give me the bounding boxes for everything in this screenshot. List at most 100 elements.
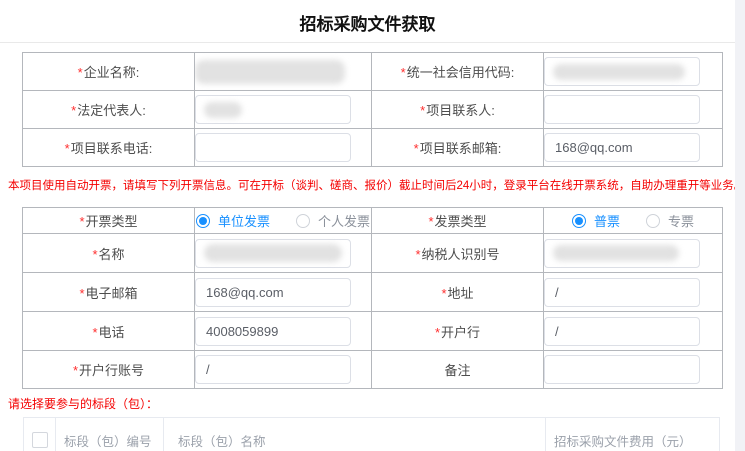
address-input[interactable] bbox=[544, 278, 700, 307]
table-row: *企业名称: *统一社会信用代码: bbox=[23, 53, 723, 91]
invoice-category-radio-group: 单位发票 个人发票 bbox=[195, 211, 371, 230]
radio-label: 单位发票 bbox=[218, 211, 270, 230]
table-row: *名称 *纳税人识别号 bbox=[23, 234, 723, 273]
select-all-cell bbox=[24, 418, 56, 451]
invoice-email-label: *电子邮箱 bbox=[23, 273, 195, 312]
label-text: 开户行账号 bbox=[79, 363, 144, 378]
invoice-info-table: *开票类型 单位发票 个人发票 *发票类型 bbox=[22, 207, 723, 389]
project-contact-value-cell bbox=[544, 91, 723, 129]
invoice-name-label: *名称 bbox=[23, 234, 195, 273]
required-asterisk: * bbox=[428, 214, 433, 229]
label-text: 纳税人识别号 bbox=[422, 247, 500, 262]
label-text: 开票类型 bbox=[86, 214, 138, 229]
bank-account-input[interactable] bbox=[195, 355, 351, 384]
invoice-type-label: *发票类型 bbox=[372, 208, 544, 234]
required-asterisk: * bbox=[415, 247, 420, 262]
select-all-checkbox[interactable] bbox=[32, 432, 48, 448]
table-row: *电子邮箱 *地址 bbox=[23, 273, 723, 312]
label-text: 备注 bbox=[444, 363, 470, 378]
radio-special-invoice[interactable]: 专票 bbox=[646, 211, 694, 230]
credit-code-input[interactable] bbox=[544, 57, 700, 86]
radio-selected-icon bbox=[196, 214, 210, 228]
bank-account-value-cell bbox=[195, 351, 372, 389]
required-asterisk: * bbox=[435, 325, 440, 340]
label-text: 统一社会信用代码: bbox=[407, 65, 515, 80]
contact-email-input[interactable] bbox=[544, 133, 700, 162]
required-asterisk: * bbox=[71, 103, 76, 118]
label-text: 电子邮箱 bbox=[86, 286, 138, 301]
scrollbar-track[interactable] bbox=[735, 0, 745, 451]
credit-code-value-cell bbox=[544, 53, 723, 91]
remark-value-cell bbox=[544, 351, 723, 389]
radio-general-invoice[interactable]: 普票 bbox=[572, 211, 620, 230]
credit-code-redacted-value bbox=[553, 64, 685, 80]
taxpayer-id-input[interactable] bbox=[544, 239, 700, 268]
invoice-phone-label: *电话 bbox=[23, 312, 195, 351]
contact-email-value-cell bbox=[544, 129, 723, 167]
company-name-redacted-value bbox=[195, 60, 345, 84]
credit-code-label: *统一社会信用代码: bbox=[372, 53, 544, 91]
taxpayer-id-redacted-value bbox=[553, 245, 679, 261]
company-name-label: *企业名称: bbox=[23, 53, 195, 91]
table-row: *开票类型 单位发票 个人发票 *发票类型 bbox=[23, 208, 723, 234]
radio-label: 专票 bbox=[668, 211, 694, 230]
radio-unit-invoice[interactable]: 单位发票 bbox=[196, 211, 270, 230]
invoice-category-label: *开票类型 bbox=[23, 208, 195, 234]
project-contact-input[interactable] bbox=[544, 95, 700, 124]
label-text: 法定代表人: bbox=[77, 103, 146, 118]
section-select-prompt: 请选择要参与的标段（包）： bbox=[8, 395, 158, 412]
bank-label: *开户行 bbox=[372, 312, 544, 351]
radio-personal-invoice[interactable]: 个人发票 bbox=[296, 211, 370, 230]
required-asterisk: * bbox=[92, 325, 97, 340]
radio-unselected-icon bbox=[646, 214, 660, 228]
radio-unselected-icon bbox=[296, 214, 310, 228]
invoice-email-value-cell bbox=[195, 273, 372, 312]
bank-input[interactable] bbox=[544, 317, 700, 346]
table-row: *项目联系电话: *项目联系邮箱: bbox=[23, 129, 723, 167]
required-asterisk: * bbox=[79, 286, 84, 301]
radio-label: 个人发票 bbox=[318, 211, 370, 230]
invoice-email-input[interactable] bbox=[195, 278, 351, 307]
invoice-phone-input[interactable] bbox=[195, 317, 351, 346]
contact-phone-value-cell bbox=[195, 129, 372, 167]
address-label: *地址 bbox=[372, 273, 544, 312]
table-row: *法定代表人: *项目联系人: bbox=[23, 91, 723, 129]
auto-invoice-notice: 本项目使用自动开票，请填写下列开票信息。可在开标（谈判、磋商、报价）截止时间后2… bbox=[8, 177, 745, 193]
bank-account-label: *开户行账号 bbox=[23, 351, 195, 389]
bank-value-cell bbox=[544, 312, 723, 351]
required-asterisk: * bbox=[401, 65, 406, 80]
column-header-section-code: 标段（包）编号 bbox=[56, 418, 164, 451]
label-text: 项目联系邮箱: bbox=[420, 141, 502, 156]
legal-rep-input[interactable] bbox=[195, 95, 351, 124]
contact-phone-input[interactable] bbox=[195, 133, 351, 162]
required-asterisk: * bbox=[73, 363, 78, 378]
required-asterisk: * bbox=[78, 65, 83, 80]
taxpayer-id-label: *纳税人识别号 bbox=[372, 234, 544, 273]
label-text: 电话 bbox=[99, 325, 125, 340]
invoice-type-cell: 普票 专票 bbox=[544, 208, 723, 234]
required-asterisk: * bbox=[420, 103, 425, 118]
label-text: 发票类型 bbox=[435, 214, 487, 229]
page: 招标采购文件获取 *企业名称: *统一社会信用代码: *法定代表人: bbox=[0, 0, 745, 451]
remark-label: 备注 bbox=[372, 351, 544, 389]
required-asterisk: * bbox=[92, 247, 97, 262]
label-text: 项目联系人: bbox=[426, 103, 495, 118]
page-title: 招标采购文件获取 bbox=[0, 10, 735, 35]
radio-selected-icon bbox=[572, 214, 586, 228]
legal-rep-value-cell bbox=[195, 91, 372, 129]
label-text: 地址 bbox=[448, 286, 474, 301]
contact-phone-label: *项目联系电话: bbox=[23, 129, 195, 167]
contact-info-table: *企业名称: *统一社会信用代码: *法定代表人: bbox=[22, 52, 723, 167]
label-text: 开户行 bbox=[441, 325, 480, 340]
required-asterisk: * bbox=[414, 141, 419, 156]
legal-rep-label: *法定代表人: bbox=[23, 91, 195, 129]
invoice-name-value-cell bbox=[195, 234, 372, 273]
invoice-name-input[interactable] bbox=[195, 239, 351, 268]
column-header-section-name: 标段（包）名称 bbox=[164, 418, 546, 451]
required-asterisk: * bbox=[65, 141, 70, 156]
address-value-cell bbox=[544, 273, 723, 312]
contact-email-label: *项目联系邮箱: bbox=[372, 129, 544, 167]
label-text: 名称 bbox=[99, 247, 125, 262]
remark-input[interactable] bbox=[544, 355, 700, 384]
label-text: 项目联系电话: bbox=[71, 141, 153, 156]
